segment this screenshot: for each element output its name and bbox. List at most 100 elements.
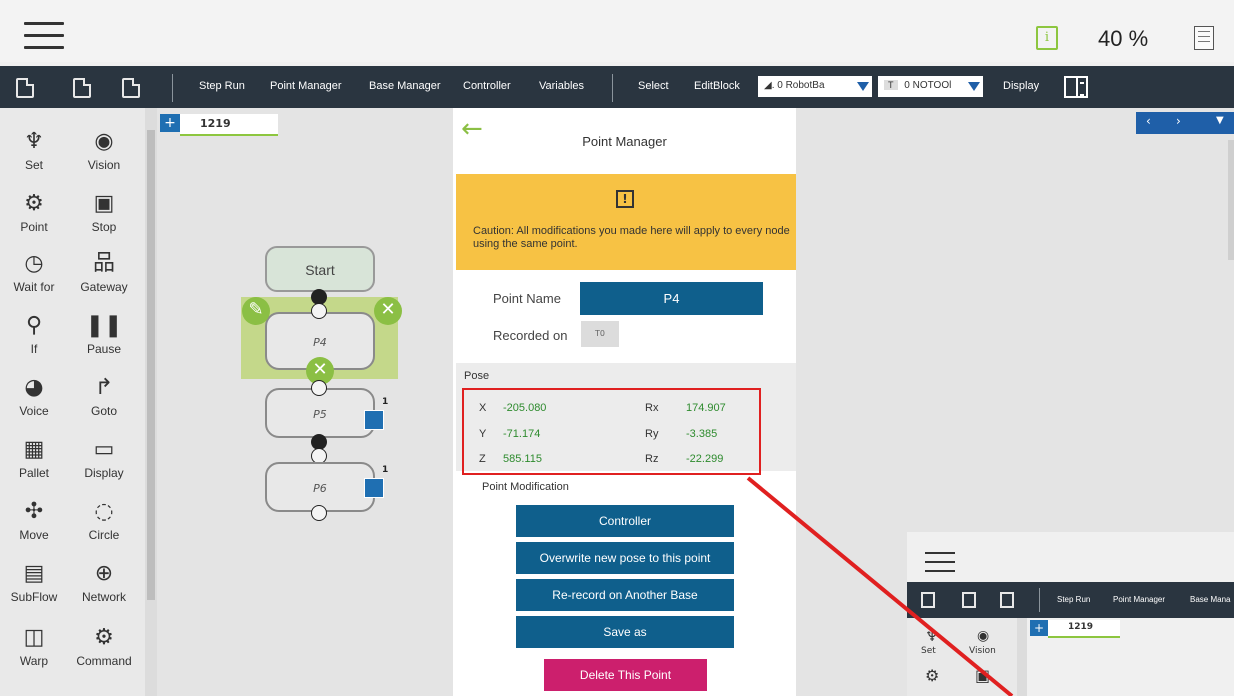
palette-label: Vision [87, 158, 121, 172]
new-file-icon [921, 592, 935, 608]
flow-tab[interactable]: 1219 [180, 114, 278, 136]
canvas-nav: ‹ › ▼ [1136, 112, 1234, 134]
pose-label: Pose [464, 370, 490, 382]
palette-voice[interactable]: ◕ Voice [4, 374, 64, 418]
eye-icon: ◉ [94, 129, 114, 154]
start-node[interactable]: Start [265, 246, 375, 292]
wrench-icon: ♆ [925, 626, 940, 645]
palette-label: Move [19, 528, 49, 542]
display-icon: ▭ [93, 437, 115, 462]
base-manager-button[interactable]: Base Manager [369, 80, 441, 92]
hamburger-menu-icon [925, 552, 955, 574]
palette-scrollbar[interactable] [145, 108, 157, 696]
info-icon[interactable]: i [1036, 26, 1058, 50]
palette-label: Pallet [18, 466, 50, 480]
hamburger-menu-icon[interactable] [24, 22, 64, 50]
scrollbar-thumb[interactable] [147, 130, 155, 600]
palette-vision[interactable]: ◉ Vision [74, 128, 134, 172]
base-select-value: 0 RobotBa [777, 80, 825, 91]
recorded-on-tag: T0 [581, 321, 619, 347]
clock-icon: ◷ [24, 251, 44, 276]
variables-button[interactable]: Variables [539, 80, 584, 92]
palette-label: Command [76, 654, 132, 668]
palette-set[interactable]: ♆ Set [4, 128, 64, 172]
palette-warp[interactable]: ◫ Warp [4, 624, 64, 668]
close-icon[interactable]: ✕ [374, 297, 402, 325]
palette-label: Goto [90, 404, 117, 418]
point-name-label: Point Name [493, 291, 561, 306]
new-file-icon[interactable] [16, 78, 34, 98]
tool-select-value: 0 NOTOOl [904, 80, 952, 91]
robot-arm-icon: ⚙ [925, 666, 940, 685]
palette-goto[interactable]: ↱ Goto [74, 374, 134, 418]
add-tab-button[interactable]: + [160, 114, 180, 132]
base-select[interactable]: ◢. 0 RobotBa [758, 76, 872, 97]
point-name-field[interactable]: P4 [580, 282, 763, 315]
palette-if[interactable]: ⚲ If [4, 312, 64, 356]
expand-down-icon[interactable]: ▼ [1216, 115, 1224, 126]
node-palette: ♆ Set ◉ Vision ⚙ Point ▣ Stop ◷ Wait for… [0, 108, 145, 696]
delete-point-button[interactable]: Delete This Point [544, 659, 707, 691]
top-bar: i 40 % [0, 0, 1234, 62]
toolbar-divider [172, 74, 173, 102]
palette-stop[interactable]: ▣ Stop [74, 190, 134, 234]
circle-icon: ◌ [94, 499, 114, 524]
point-manager-button[interactable]: Point Manager [270, 80, 342, 92]
re-record-button[interactable]: Re-record on Another Base [516, 579, 734, 611]
palette-pause[interactable]: ❚❚ Pause [74, 312, 134, 356]
step-run-button[interactable]: Step Run [199, 80, 245, 92]
eye-icon: ◉ [977, 628, 990, 644]
palette-gateway[interactable]: 品 Gateway [74, 250, 134, 294]
tool-select[interactable]: T 0 NOTOOl [878, 76, 983, 97]
connector-port-icon[interactable] [311, 380, 327, 396]
palette-subflow[interactable]: ▤ SubFlow [4, 560, 64, 604]
caution-banner: ! Caution: All modifications you made he… [456, 174, 796, 270]
warning-icon: ! [616, 190, 634, 208]
editblock-button[interactable]: EditBlock [694, 80, 740, 92]
overwrite-pose-button[interactable]: Overwrite new pose to this point [516, 542, 734, 574]
controller-button[interactable]: Controller [463, 80, 511, 92]
layout-toggle-icon[interactable] [1064, 76, 1088, 98]
open-file-icon[interactable] [122, 78, 140, 98]
palette-display[interactable]: ▭ Display [74, 436, 134, 480]
canvas-scrollbar[interactable] [1228, 140, 1234, 260]
pose-highlight-box [462, 388, 761, 475]
palette-network[interactable]: ⊕ Network [74, 560, 134, 604]
inset-base-manager: Base Mana [1190, 595, 1231, 604]
palette-label: Voice [19, 404, 49, 418]
palette-wait-for[interactable]: ◷ Wait for [4, 250, 64, 294]
toolbar-divider [612, 74, 613, 102]
palette-label: Display [84, 466, 124, 480]
dropdown-arrow-icon [857, 82, 869, 91]
connector-port-icon[interactable] [311, 505, 327, 521]
display-button[interactable]: Display [1003, 80, 1039, 92]
inset-toolbar: Step Run Point Manager Base Mana [907, 582, 1234, 618]
palette-point[interactable]: ⚙ Point [4, 190, 64, 234]
goto-arrow-icon: ↱ [94, 375, 114, 400]
inset-add-tab: + [1030, 620, 1048, 636]
edit-pencil-icon[interactable]: ✎ [242, 297, 270, 325]
toolbar-divider [1039, 588, 1040, 612]
save-file-icon [962, 592, 976, 608]
connector-port-icon[interactable] [311, 303, 327, 319]
caution-message: Caution: All modifications you made here… [473, 225, 790, 250]
select-button[interactable]: Select [638, 80, 669, 92]
pause-icon: ❚❚ [85, 313, 123, 338]
subflow-icon: ▤ [23, 561, 45, 586]
save-as-button[interactable]: Save as [516, 616, 734, 648]
palette-pallet[interactable]: ▦ Pallet [4, 436, 64, 480]
palette-circle[interactable]: ◌ Circle [74, 498, 134, 542]
next-icon[interactable]: › [1176, 114, 1181, 128]
robot-arm-icon: ⚙ [24, 191, 44, 216]
document-icon[interactable] [1194, 26, 1214, 50]
palette-move[interactable]: ✣ Move [4, 498, 64, 542]
palette-label: Set [24, 158, 43, 172]
save-file-icon[interactable] [73, 78, 91, 98]
globe-icon: ⊕ [94, 561, 114, 586]
prev-icon[interactable]: ‹ [1146, 114, 1151, 128]
branch-icon: ⚲ [25, 313, 43, 338]
inset-palette: ♆ Set ◉ Vision ⚙ ▣ [907, 618, 1017, 696]
palette-command[interactable]: ⚙ Command [74, 624, 134, 668]
point-type-icon [364, 478, 384, 498]
controller-mod-button[interactable]: Controller [516, 505, 734, 537]
